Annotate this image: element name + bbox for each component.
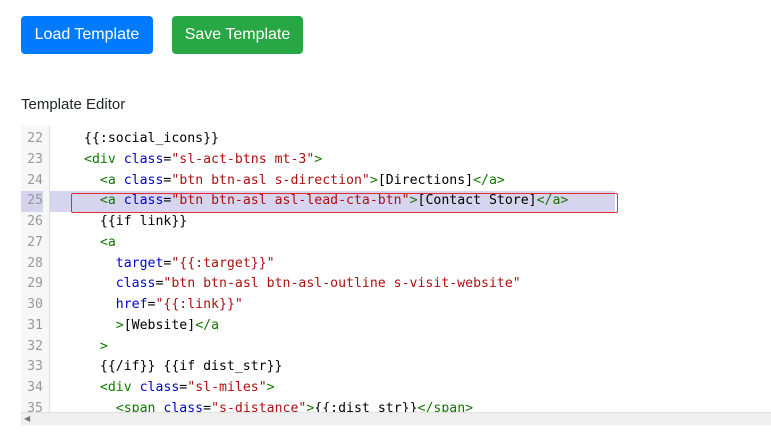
line-number: 33 [27,359,43,375]
code-line[interactable]: 33 {{/if}} {{if dist_str}} [21,357,771,378]
code-token: <div [99,380,140,395]
line-number: 27 [27,234,43,250]
code-line[interactable]: 28 target="{{:target}}" [21,254,771,275]
code-lines[interactable]: 22 {{:social_icons}} 23 <div class="sl-act-… [21,129,771,420]
template-editor-page: Load Template Save Template Template Edi… [0,0,771,433]
code-token: "btn btn-asl s-direction" [171,172,370,188]
code-token: [Website] [123,317,196,333]
code-token: </a [195,317,220,333]
line-number: 26 [27,214,43,229]
line-number: 29 [27,276,43,292]
line-number: 24 [27,172,43,188]
code-editor[interactable]: 22 {{:social_icons}} 23 <div class="sl-act-… [21,126,771,424]
code-token: class [123,151,164,167]
code-line[interactable]: 32 > [21,337,771,358]
code-token: target [115,255,164,271]
line-number: 25 [21,191,43,212]
line-number: 23 [27,151,43,167]
code-token: > [115,317,124,333]
code-line[interactable]: 26 {{if link}} [21,212,771,233]
line-number: 32 [27,338,43,354]
code-token: "{{:target}}" [171,255,275,271]
code-text: href="{{:link}}" [84,295,243,316]
code-line[interactable]: 29 class="btn btn-asl btn-asl-outline s-… [21,274,771,295]
code-token: {{if link}} [84,214,188,229]
code-text: {{:social_icons}} [84,129,219,150]
code-line[interactable]: 22 {{:social_icons}} [21,129,771,150]
code-text: <div class="sl-act-btns mt-3"> [84,150,322,171]
save-template-button[interactable]: Save Template [172,16,303,54]
code-token: "sl-miles" [187,380,267,395]
code-text: <a [84,233,116,254]
code-text: <a class="btn btn-asl s-direction">[Dire… [84,171,505,192]
line-number: 22 [27,131,43,146]
template-editor-label: Template Editor [21,96,126,113]
code-token: "sl-act-btns mt-3" [171,151,315,167]
code-token: [Directions] [377,172,474,188]
arrow-left-icon[interactable]: ◀ [24,414,30,424]
code-line[interactable]: 30 href="{{:link}}" [21,295,771,316]
highlighted-line-annotation [71,193,618,213]
code-text: {{if link}} [84,212,187,233]
code-text: >[Website]</a [84,316,219,337]
code-token: > [314,151,323,167]
code-text: <div class="sl-miles"> [84,378,275,399]
code-line[interactable]: 31 >[Website]</a [21,316,771,337]
code-token: > [266,380,275,395]
code-token: "btn btn-asl btn-asl-outline s-visit-web… [163,276,521,292]
load-template-button[interactable]: Load Template [21,16,153,54]
code-line[interactable]: 23 <div class="sl-act-btns mt-3"> [21,150,771,171]
code-token: {{/if}} {{if dist_str}} [84,359,283,375]
code-line[interactable]: 24 <a class="btn btn-asl s-direction">[D… [21,171,771,192]
line-number: 34 [27,380,43,395]
code-text: > [84,337,108,358]
line-number: 30 [27,297,43,312]
code-token: <a [99,172,124,188]
code-line[interactable]: 34 <div class="sl-miles"> [21,378,771,399]
code-token: <div [84,151,124,167]
code-text: target="{{:target}}" [84,254,275,275]
code-token: > [99,338,108,354]
code-token: </a> [473,172,505,188]
code-token: {{:social_icons}} [84,131,219,146]
code-token: class [115,276,156,292]
code-token: "{{:link}}" [155,297,243,312]
code-text: {{/if}} {{if dist_str}} [84,357,283,378]
line-number: 31 [27,317,43,333]
code-token: class [123,172,164,188]
code-line[interactable]: 27 <a [21,233,771,254]
line-number: 28 [27,255,43,271]
code-token: class [139,380,180,395]
horizontal-scrollbar[interactable]: ◀ [21,412,771,425]
code-text: class="btn btn-asl btn-asl-outline s-vis… [84,274,521,295]
code-token: > [369,172,378,188]
code-token: <a [99,234,116,250]
code-token: href [115,297,148,312]
